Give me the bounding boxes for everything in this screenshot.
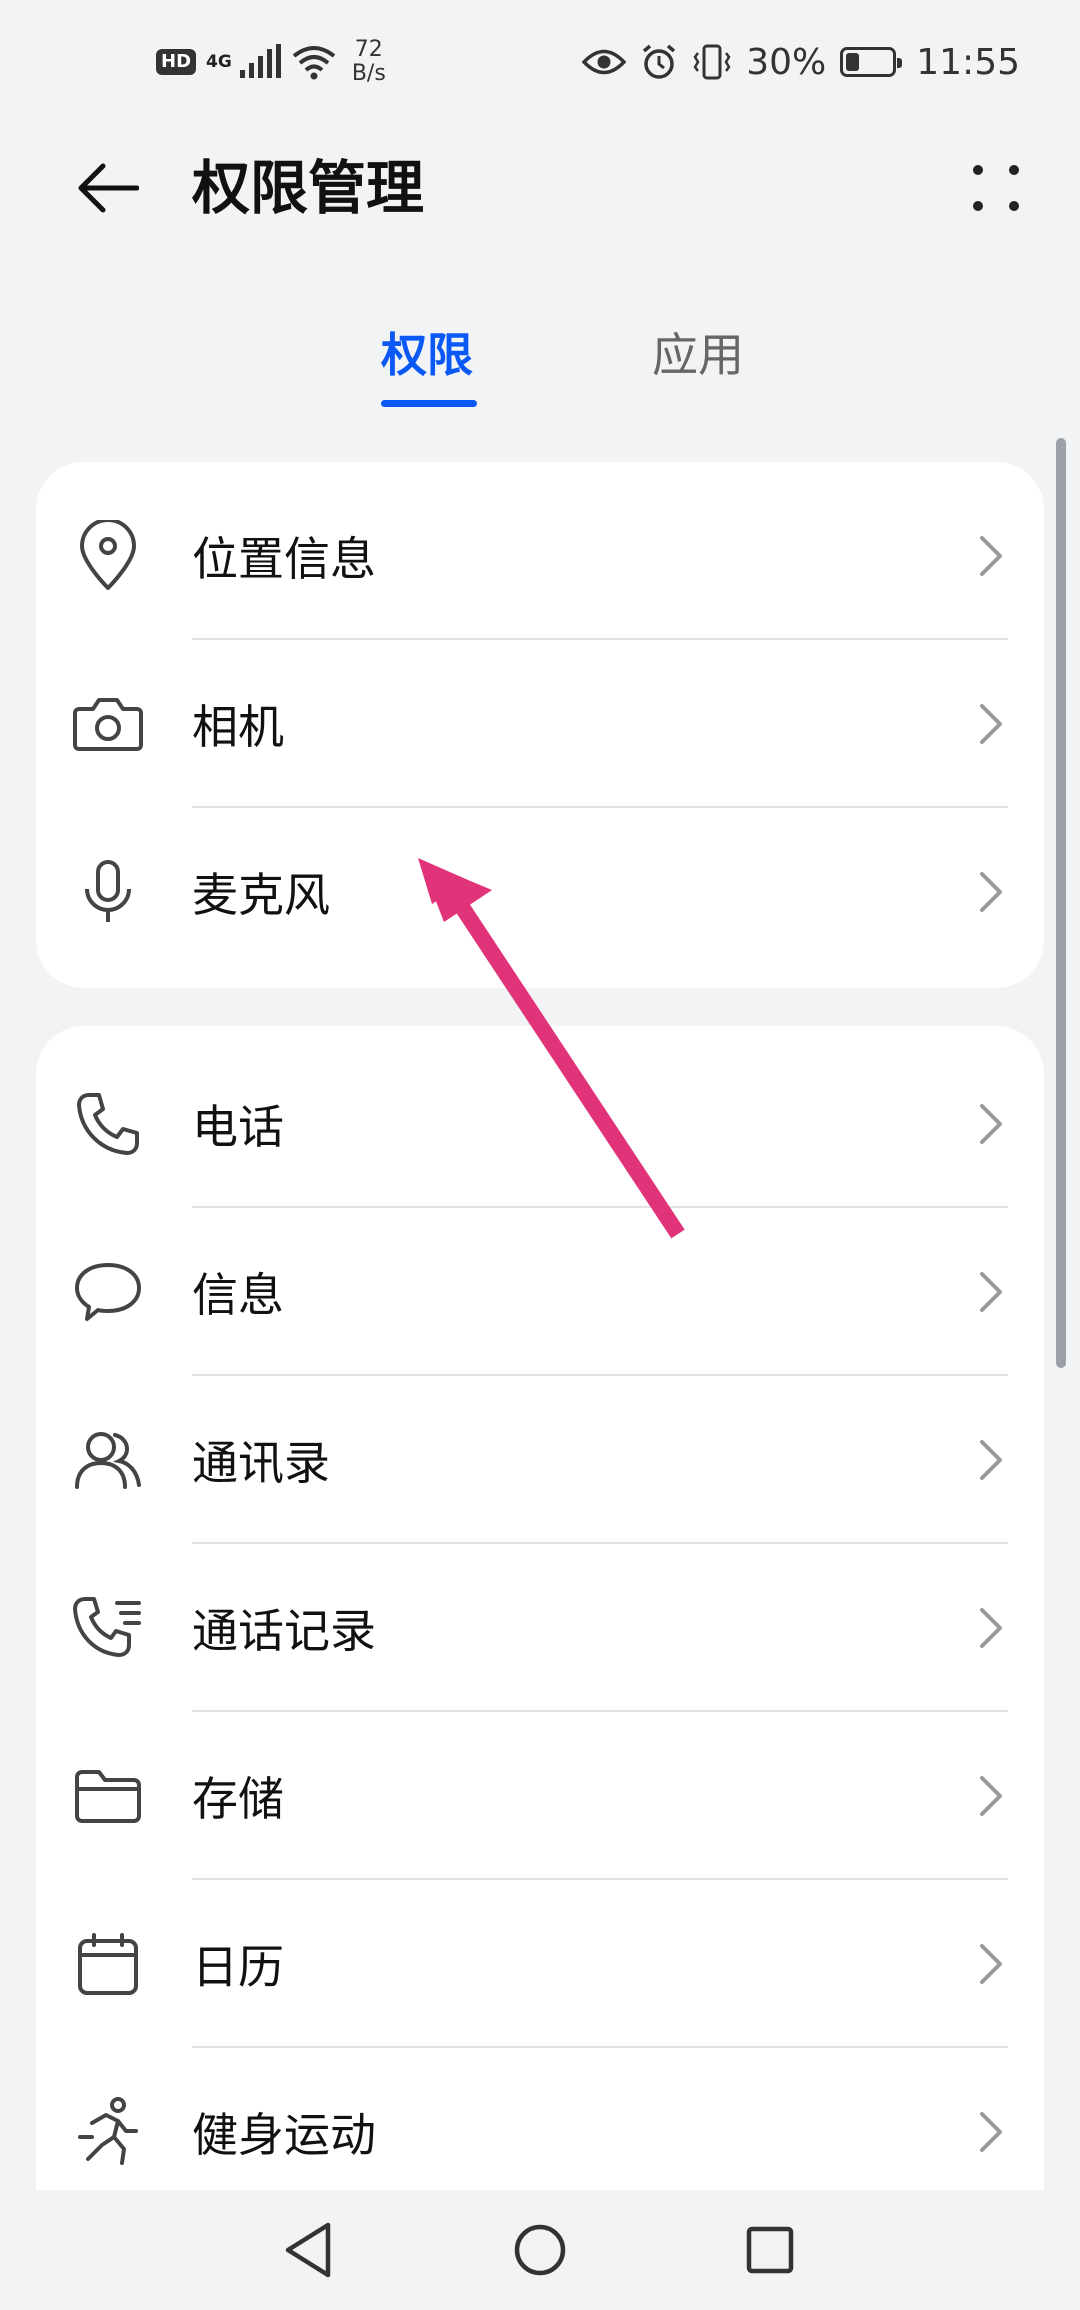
permission-label: 健身运动	[192, 2108, 376, 2162]
permission-item-location[interactable]: 位置信息	[36, 472, 1044, 640]
nav-recent-apps-button[interactable]	[725, 2210, 815, 2290]
page-title: 权限管理	[192, 154, 425, 222]
tab-apps[interactable]: 应用	[652, 318, 744, 392]
chevron-right-icon	[980, 872, 1002, 912]
permission-label: 通话记录	[192, 1604, 376, 1658]
permission-label: 麦克风	[192, 868, 330, 922]
folder-icon	[72, 1760, 144, 1832]
hd-badge: HD	[156, 49, 197, 75]
more-options-button[interactable]	[956, 148, 1036, 228]
permission-group-2: 电话 信息 通讯录 通话记录 存储 日历 健身运动	[36, 1026, 1044, 2310]
network-speed: 72 B/s	[351, 36, 386, 86]
permission-item-microphone[interactable]: 麦克风	[36, 808, 1044, 976]
permission-item-phone[interactable]: 电话	[36, 1040, 1044, 1208]
chevron-right-icon	[980, 2112, 1002, 2152]
permission-label: 相机	[192, 700, 284, 754]
phone-icon	[72, 1088, 144, 1160]
permission-label: 通讯录	[192, 1436, 330, 1490]
permission-item-contacts[interactable]: 通讯录	[36, 1376, 1044, 1544]
chevron-right-icon	[980, 1776, 1002, 1816]
alarm-icon	[643, 44, 676, 79]
vibrate-icon	[693, 44, 731, 80]
permission-item-storage[interactable]: 存储	[36, 1712, 1044, 1880]
chevron-right-icon	[980, 1440, 1002, 1480]
wifi-icon	[292, 46, 336, 80]
microphone-icon	[72, 856, 144, 928]
status-right: 30% 11:55	[582, 34, 1020, 90]
calendar-icon	[72, 1928, 144, 2000]
permission-item-camera[interactable]: 相机	[36, 640, 1044, 808]
chevron-right-icon	[980, 536, 1002, 576]
message-icon	[72, 1256, 144, 1328]
nav-home-button[interactable]	[495, 2210, 585, 2290]
square-recents-icon	[746, 2226, 794, 2274]
circle-home-icon	[514, 2224, 566, 2276]
status-bar: HD 4G 72 B/s 30% 11:55	[0, 0, 1080, 120]
eye-comfort-icon	[582, 49, 627, 75]
back-button[interactable]	[68, 150, 148, 226]
status-left: HD 4G 72 B/s	[156, 34, 386, 90]
permission-management-screen: HD 4G 72 B/s 30% 11:55 权限管理 权限 应用 位置信息 相…	[0, 0, 1080, 2310]
permission-label: 位置信息	[192, 532, 376, 586]
chevron-right-icon	[980, 1104, 1002, 1144]
chevron-right-icon	[980, 704, 1002, 744]
tab-bar: 权限 应用	[0, 318, 1080, 408]
permission-item-call-log[interactable]: 通话记录	[36, 1544, 1044, 1712]
call-log-icon	[72, 1592, 144, 1664]
signal-icon	[239, 44, 281, 78]
battery-fill	[846, 53, 860, 71]
network-speed-value: 72	[354, 36, 383, 62]
network-speed-unit: B/s	[351, 61, 386, 86]
permission-item-messages[interactable]: 信息	[36, 1208, 1044, 1376]
clock: 11:55	[916, 41, 1020, 83]
more-dots-icon	[973, 165, 1019, 211]
navigation-bar	[0, 2190, 1080, 2310]
running-icon	[72, 2096, 144, 2168]
permission-label: 日历	[192, 1940, 284, 1994]
triangle-back-icon	[285, 2222, 331, 2278]
permission-label: 存储	[192, 1772, 284, 1826]
chevron-right-icon	[980, 1272, 1002, 1312]
permission-label: 信息	[192, 1268, 284, 1322]
chevron-right-icon	[980, 1608, 1002, 1648]
nav-back-button[interactable]	[263, 2210, 353, 2290]
arrow-left-icon	[78, 163, 139, 213]
app-bar: 权限管理	[0, 120, 1080, 256]
battery-percent: 30%	[746, 41, 827, 83]
contacts-icon	[72, 1424, 144, 1496]
permission-label: 电话	[192, 1100, 284, 1154]
chevron-right-icon	[980, 1944, 1002, 1984]
camera-icon	[72, 688, 144, 760]
battery-icon	[840, 47, 903, 77]
scrollbar[interactable]	[1056, 438, 1066, 1368]
permission-item-calendar[interactable]: 日历	[36, 1880, 1044, 2048]
network-type: 4G	[206, 51, 232, 72]
tab-indicator	[381, 400, 477, 407]
tab-permissions[interactable]: 权限	[381, 318, 473, 392]
location-icon	[72, 520, 144, 592]
permission-group-1: 位置信息 相机 麦克风	[36, 462, 1044, 988]
